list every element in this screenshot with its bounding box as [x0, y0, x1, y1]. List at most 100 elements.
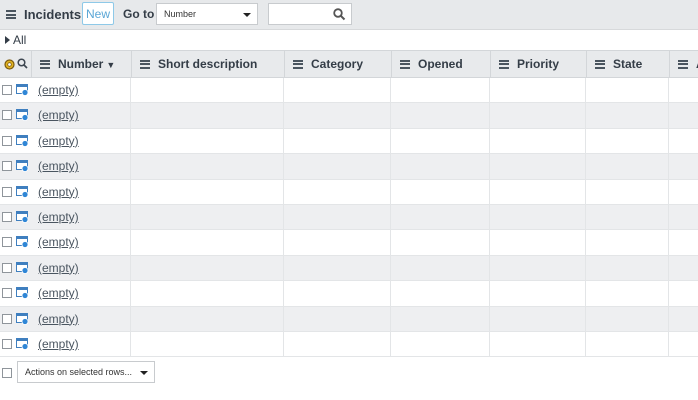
record-preview-icon[interactable] — [16, 236, 29, 249]
select-all-checkbox[interactable] — [2, 368, 12, 378]
column-menu-icon[interactable] — [40, 59, 50, 71]
record-preview-icon[interactable] — [16, 287, 29, 300]
column-header-assigned[interactable]: A — [669, 51, 698, 77]
record-link[interactable]: (empty) — [38, 83, 79, 97]
column-divider — [130, 204, 131, 230]
column-label: Priority — [517, 57, 560, 71]
column-divider — [585, 204, 586, 230]
record-link[interactable]: (empty) — [38, 134, 79, 148]
record-link[interactable]: (empty) — [38, 159, 79, 173]
record-preview-icon[interactable] — [16, 261, 29, 274]
column-divider — [283, 255, 284, 281]
table-row[interactable]: (empty) — [0, 230, 698, 256]
column-header-priority[interactable]: Priority — [490, 51, 586, 77]
record-preview-icon[interactable] — [16, 185, 29, 198]
table-row[interactable]: (empty) — [0, 179, 698, 205]
column-divider — [130, 255, 131, 281]
record-preview-icon[interactable] — [16, 337, 29, 350]
column-header-number[interactable]: Number ▼ — [31, 51, 131, 77]
sort-desc-icon: ▼ — [106, 60, 116, 70]
search-icon[interactable] — [17, 58, 28, 69]
column-divider — [489, 179, 490, 204]
column-divider — [489, 306, 490, 331]
record-preview-icon[interactable] — [16, 84, 29, 96]
row-checkbox[interactable] — [2, 186, 12, 197]
row-checkbox[interactable] — [2, 237, 12, 248]
column-menu-icon[interactable] — [140, 59, 150, 71]
row-checkbox[interactable] — [2, 211, 12, 222]
row-checkbox[interactable] — [2, 110, 12, 121]
actions-select-label: Actions on selected rows... — [25, 367, 133, 377]
column-divider — [390, 230, 391, 255]
search-icon[interactable] — [333, 8, 346, 21]
record-link[interactable]: (empty) — [38, 185, 79, 199]
column-divider — [489, 255, 490, 281]
breadcrumb-all[interactable]: All — [13, 33, 26, 47]
record-preview-icon[interactable] — [16, 210, 29, 223]
row-checkbox[interactable] — [2, 85, 12, 95]
table-row[interactable]: (empty) — [0, 306, 698, 332]
table-header: Number ▼ Short description Category Opene… — [0, 50, 698, 78]
table-row[interactable]: (empty) — [0, 281, 698, 307]
table-row[interactable]: (empty) — [0, 204, 698, 231]
table-row[interactable]: (empty) — [0, 103, 698, 129]
search-input[interactable] — [268, 3, 352, 25]
column-menu-icon[interactable] — [678, 59, 688, 71]
column-header-short-description[interactable]: Short description — [131, 51, 284, 77]
column-divider — [668, 306, 669, 331]
column-header-category[interactable]: Category — [284, 51, 391, 77]
column-divider — [489, 331, 490, 357]
column-menu-icon[interactable] — [595, 59, 605, 71]
column-divider — [390, 281, 391, 306]
column-menu-icon[interactable] — [293, 59, 303, 71]
column-divider — [585, 78, 586, 103]
table-row[interactable]: (empty) — [0, 255, 698, 282]
column-divider — [283, 103, 284, 128]
table-row[interactable]: (empty) — [0, 154, 698, 180]
column-divider — [668, 204, 669, 230]
record-preview-icon[interactable] — [16, 160, 29, 173]
actions-select[interactable]: Actions on selected rows... — [17, 361, 155, 383]
record-preview-icon[interactable] — [16, 109, 29, 122]
goto-select-value: Number — [164, 9, 197, 19]
header-icons — [2, 57, 32, 73]
row-checkbox[interactable] — [2, 338, 12, 349]
gear-icon[interactable] — [4, 59, 15, 70]
column-divider — [668, 255, 669, 281]
column-menu-icon[interactable] — [499, 59, 509, 71]
column-menu-icon[interactable] — [400, 59, 410, 71]
column-header-opened[interactable]: Opened — [391, 51, 490, 77]
column-divider — [390, 154, 391, 179]
table-row[interactable]: (empty) — [0, 78, 698, 104]
record-link[interactable]: (empty) — [38, 261, 79, 275]
table-row[interactable]: (empty) — [0, 331, 698, 358]
column-header-state[interactable]: State — [586, 51, 669, 77]
record-link[interactable]: (empty) — [38, 108, 79, 122]
column-divider — [489, 230, 490, 255]
column-divider — [668, 281, 669, 306]
record-link[interactable]: (empty) — [38, 235, 79, 249]
column-divider — [130, 281, 131, 306]
goto-label: Go to — [123, 7, 155, 21]
record-link[interactable]: (empty) — [38, 286, 79, 300]
column-divider — [283, 281, 284, 306]
record-link[interactable]: (empty) — [38, 210, 79, 224]
table-row[interactable]: (empty) — [0, 128, 698, 155]
column-divider — [130, 230, 131, 255]
record-preview-icon[interactable] — [16, 134, 29, 147]
breadcrumb[interactable]: All — [5, 33, 26, 47]
chevron-down-icon — [140, 371, 148, 375]
row-checkbox[interactable] — [2, 161, 12, 172]
row-checkbox[interactable] — [2, 288, 12, 299]
record-link[interactable]: (empty) — [38, 337, 79, 351]
row-checkbox[interactable] — [2, 313, 12, 324]
row-checkbox[interactable] — [2, 135, 12, 146]
goto-field-select[interactable]: Number — [156, 3, 258, 25]
column-divider — [489, 154, 490, 179]
list-menu-icon[interactable] — [6, 10, 16, 19]
record-link[interactable]: (empty) — [38, 312, 79, 326]
column-divider — [668, 78, 669, 103]
row-checkbox[interactable] — [2, 262, 12, 273]
new-button[interactable]: New — [82, 2, 114, 25]
record-preview-icon[interactable] — [16, 312, 29, 325]
